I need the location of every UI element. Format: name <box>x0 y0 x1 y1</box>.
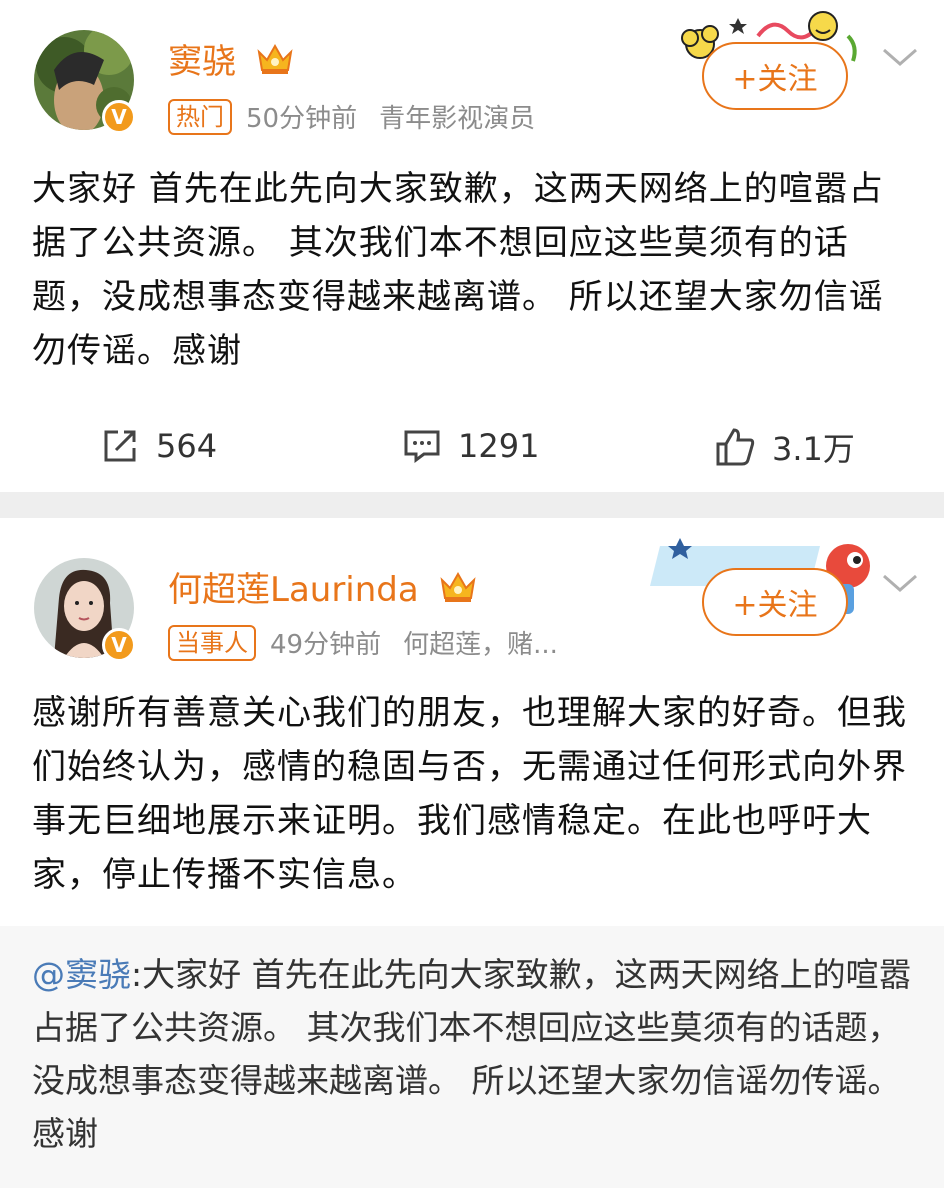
quoted-post[interactable]: @窦骁:大家好 首先在此先向大家致歉，这两天网络上的喧嚣占据了公共资源。 其次我… <box>0 926 944 1188</box>
comment-count: 1291 <box>458 427 540 465</box>
verified-badge-icon: V <box>102 628 136 662</box>
follow-button[interactable]: +关注 <box>702 568 848 636</box>
verified-badge-icon: V <box>102 100 136 134</box>
repost-count: 564 <box>156 427 218 465</box>
quoted-content: :大家好 首先在此先向大家致歉，这两天网络上的喧嚣占据了公共资源。 其次我们本不… <box>32 955 912 1153</box>
crown-icon <box>255 42 295 85</box>
username-text[interactable]: 窦骁 <box>168 42 236 82</box>
like-count: 3.1万 <box>772 430 855 468</box>
repost-icon <box>104 430 136 462</box>
post-card-1: V 窦骁 热门 50分钟前 青年影视演员 +关注 大家好 首先在此先向大家致歉，… <box>0 0 944 492</box>
comment-button[interactable]: 1291 <box>402 426 539 466</box>
like-button[interactable]: 3.1万 <box>714 424 855 470</box>
post-card-2: V 何超莲Laurinda 当事人 49分钟前 何超莲，赌... +关注 感谢所… <box>0 518 944 1188</box>
follow-button[interactable]: +关注 <box>702 42 848 110</box>
action-bar: 564 1291 3.1万 <box>0 420 944 480</box>
post-time: 49分钟前 <box>270 630 382 660</box>
username[interactable]: 窦骁 <box>168 34 295 85</box>
follow-label[interactable]: +关注 <box>732 580 817 624</box>
post-divider <box>0 492 944 518</box>
follow-label[interactable]: +关注 <box>732 54 817 98</box>
post-meta: 热门 50分钟前 青年影视演员 <box>168 98 535 135</box>
post-meta: 当事人 49分钟前 何超莲，赌... <box>168 624 558 661</box>
author-description: 何超莲，赌... <box>403 630 558 660</box>
crown-icon <box>438 570 478 613</box>
chevron-down-icon[interactable] <box>880 572 920 600</box>
post-time: 50分钟前 <box>246 104 358 134</box>
author-description: 青年影视演员 <box>379 104 536 134</box>
hot-tag: 热门 <box>168 98 232 135</box>
username-text[interactable]: 何超莲Laurinda <box>168 570 419 610</box>
username[interactable]: 何超莲Laurinda <box>168 562 478 613</box>
thumbs-up-icon <box>716 428 755 466</box>
chevron-down-icon[interactable] <box>880 46 920 74</box>
quoted-post-text: @窦骁:大家好 首先在此先向大家致歉，这两天网络上的喧嚣占据了公共资源。 其次我… <box>32 948 912 1160</box>
repost-button[interactable]: 564 <box>100 426 217 466</box>
comment-icon <box>404 430 440 463</box>
party-tag: 当事人 <box>168 624 256 661</box>
post-content: 大家好 首先在此先向大家致歉，这两天网络上的喧嚣占据了公共资源。 其次我们本不想… <box>32 169 884 371</box>
post-content: 感谢所有善意关心我们的朋友，也理解大家的好奇。但我们始终认为，感情的稳固与否，无… <box>32 693 907 895</box>
mention-link[interactable]: @窦骁 <box>32 955 131 994</box>
